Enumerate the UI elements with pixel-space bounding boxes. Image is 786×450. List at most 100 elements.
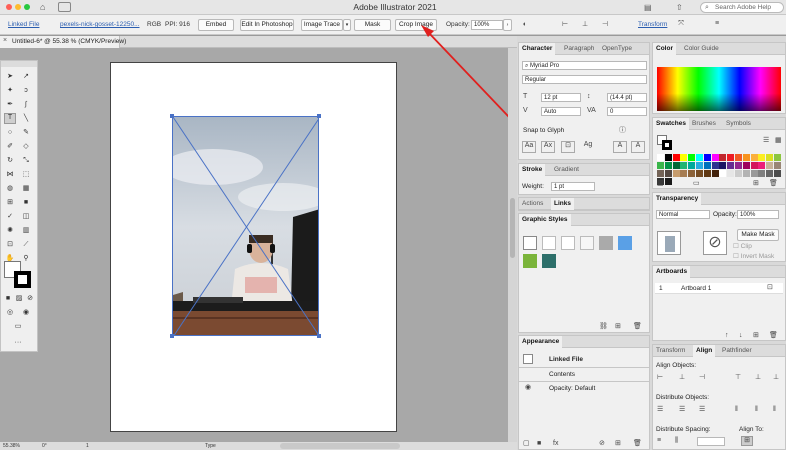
swatch[interactable] [672, 154, 680, 161]
swatch[interactable] [664, 162, 672, 169]
distribute-right-icon[interactable]: ‖ [773, 406, 776, 414]
swatch[interactable] [742, 162, 750, 169]
snap-baseline-icon[interactable]: Aa [522, 141, 536, 153]
graphic-style-5[interactable] [599, 236, 613, 250]
move-up-icon[interactable]: ↑ [725, 332, 729, 340]
swatch[interactable] [758, 154, 766, 161]
swatch[interactable] [750, 154, 758, 161]
color-spectrum[interactable] [657, 67, 781, 111]
swatch[interactable] [696, 154, 703, 161]
swatch[interactable] [696, 162, 703, 169]
appearance-contents[interactable]: Contents [549, 371, 575, 378]
blend-mode-select[interactable]: Normal [656, 210, 710, 219]
new-artboard-icon[interactable]: ⊞ [753, 332, 759, 340]
swatch[interactable] [711, 170, 719, 177]
new-swatch-icon[interactable]: ⊞ [753, 180, 759, 188]
align-horizontal-center-icon[interactable]: ⊥ [679, 374, 685, 382]
snap-anchor-icon[interactable]: A [631, 141, 645, 153]
transparency-opacity-field[interactable]: 100% [737, 210, 779, 219]
swatch[interactable] [703, 162, 711, 169]
swatch[interactable] [711, 162, 719, 169]
swatch[interactable] [742, 170, 750, 177]
tab-character[interactable]: Character [519, 43, 556, 55]
delete-swatch-icon[interactable]: 🗑 [769, 180, 778, 188]
swatch[interactable] [688, 170, 696, 177]
duplicate-item-icon[interactable]: ⊞ [615, 440, 621, 448]
add-fill-icon[interactable]: ■ [537, 440, 541, 448]
swatch[interactable] [664, 178, 672, 185]
horizontal-scrollbar[interactable] [280, 443, 400, 449]
new-color-group-icon[interactable]: ▭ [693, 180, 700, 188]
snap-info-icon[interactable]: ⓘ [619, 127, 626, 135]
swatch[interactable] [703, 170, 711, 177]
swatch[interactable] [758, 170, 766, 177]
vertical-scroll-thumb[interactable] [510, 198, 515, 258]
swatch[interactable] [696, 170, 703, 177]
align-to-selection-icon[interactable]: ⊞ [741, 436, 753, 446]
tab-align[interactable]: Align [693, 345, 716, 357]
graphic-style-8[interactable] [542, 254, 556, 268]
clear-appearance-icon[interactable]: ⊘ [599, 440, 605, 448]
swatch[interactable] [719, 154, 727, 161]
swatch[interactable] [735, 154, 742, 161]
tab-color-guide[interactable]: Color Guide [681, 43, 722, 55]
leading-field[interactable]: (14.4 pt) [607, 93, 647, 102]
swatch[interactable] [727, 170, 735, 177]
rotation-value[interactable]: 0° [42, 443, 47, 449]
graphic-style-4[interactable] [580, 236, 594, 250]
graphic-style-3[interactable] [561, 236, 575, 250]
snap-angular-icon[interactable]: A [613, 141, 627, 153]
move-down-icon[interactable]: ↓ [739, 332, 743, 340]
tab-graphic-styles[interactable]: Graphic Styles [519, 214, 571, 226]
tab-transparency[interactable]: Transparency [653, 193, 702, 205]
graphic-style-6[interactable] [618, 236, 632, 250]
swatch[interactable] [742, 154, 750, 161]
distribute-bottom-icon[interactable]: ☰ [699, 406, 705, 414]
artboard-options-icon[interactable]: ⊡ [767, 284, 773, 292]
swatch[interactable] [758, 162, 766, 169]
stroke-weight-field[interactable]: 1 pt [551, 182, 595, 191]
kerning-field[interactable]: Auto [541, 107, 581, 116]
swatch-stroke-indicator[interactable] [662, 140, 672, 150]
delete-item-icon[interactable]: 🗑 [633, 440, 642, 448]
visibility-eye-icon[interactable]: ◉ [525, 384, 531, 392]
distribute-spacing-field[interactable] [697, 437, 725, 446]
tab-appearance[interactable]: Appearance [519, 336, 563, 348]
align-bottom-edge-icon[interactable]: ⊥ [773, 374, 779, 382]
distribute-horizontal-center-icon[interactable]: ‖ [755, 406, 758, 414]
tab-opentype[interactable]: OpenType [599, 43, 635, 55]
font-style-field[interactable]: Regular [522, 75, 647, 84]
grid-view-icon[interactable]: ▦ [775, 137, 782, 145]
distribute-top-icon[interactable]: ☰ [657, 406, 663, 414]
swatch[interactable] [735, 162, 742, 169]
vertical-distribute-space-icon[interactable]: ≡ [657, 437, 661, 445]
artboard-row[interactable]: 1 Artboard 1 ⊡ [655, 283, 783, 294]
tracking-field[interactable]: 0 [607, 107, 647, 116]
swatch[interactable] [657, 162, 664, 169]
swatch[interactable] [680, 170, 688, 177]
align-vertical-center-icon[interactable]: ⊥ [755, 374, 761, 382]
tab-symbols[interactable]: Symbols [723, 118, 754, 130]
delete-style-icon[interactable]: 🗑 [633, 323, 642, 331]
appearance-opacity-label[interactable]: Opacity: Default [549, 385, 595, 392]
swatch[interactable] [672, 162, 680, 169]
swatch[interactable] [664, 170, 672, 177]
artboard-navigator[interactable]: 1 [86, 443, 89, 449]
tab-brushes[interactable]: Brushes [689, 118, 719, 130]
swatch[interactable] [688, 162, 696, 169]
swatch[interactable] [680, 162, 688, 169]
tab-stroke[interactable]: Stroke [519, 164, 546, 176]
swatch[interactable] [688, 154, 696, 161]
delete-artboard-icon[interactable]: 🗑 [769, 332, 778, 340]
tab-paragraph[interactable]: Paragraph [561, 43, 597, 55]
no-mask-icon[interactable]: ⊘ [703, 231, 727, 255]
tab-color[interactable]: Color [653, 43, 676, 55]
swatch[interactable] [680, 154, 688, 161]
tab-actions[interactable]: Actions [519, 198, 546, 210]
swatch[interactable] [727, 162, 735, 169]
snap-x-height-icon[interactable]: Ax [541, 141, 555, 153]
status-mode[interactable]: Type [205, 443, 216, 449]
make-mask-button[interactable]: Make Mask [737, 229, 779, 241]
clip-checkbox[interactable]: ☐ Clip [733, 242, 752, 250]
tab-swatches[interactable]: Swatches [653, 118, 689, 130]
